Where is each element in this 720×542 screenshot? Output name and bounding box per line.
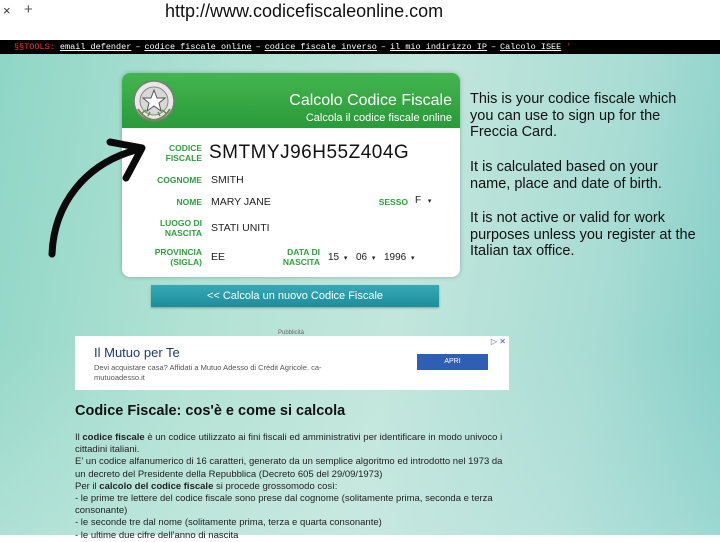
tools-link-email-defender[interactable]: email defender bbox=[60, 42, 131, 52]
ad-open-button[interactable]: APRI bbox=[417, 354, 488, 370]
codice-fiscale-card: Calcolo Codice Fiscale Calcola il codice… bbox=[122, 73, 460, 277]
luogo-value[interactable]: STATI UNITI bbox=[211, 222, 270, 234]
article-body: Il codice fiscale è un codice utilizzato… bbox=[75, 432, 515, 542]
ad-text: Devi acquistare casa? Affidati a Mutuo A… bbox=[94, 363, 322, 382]
chevron-down-icon: ▾ bbox=[371, 255, 376, 262]
tools-bar: §§TOOLS: email defender – codice fiscale o… bbox=[0, 40, 720, 54]
ad-title[interactable]: Il Mutuo per Te bbox=[94, 345, 180, 360]
list-item: - le ultime due cifre dell'anno di nasci… bbox=[75, 529, 239, 541]
card-subtitle: Calcola il codice fiscale online bbox=[305, 112, 452, 124]
tools-link-codice-fiscale-online[interactable]: codice fiscale online bbox=[144, 42, 251, 52]
tools-brand: §§TOOLS: bbox=[14, 42, 55, 52]
tools-link-indirizzo-ip[interactable]: il mio indirizzo IP bbox=[390, 42, 487, 52]
card-header: Calcolo Codice Fiscale Calcola il codice… bbox=[122, 73, 460, 128]
article-paragraph: E' un codice alfanumerico di 16 caratter… bbox=[75, 456, 503, 480]
article-title: Codice Fiscale: cos'è e come si calcola bbox=[75, 403, 346, 419]
data-nascita-label: DATA DI NASCITA bbox=[282, 247, 320, 267]
ad-banner[interactable]: Il Mutuo per Te Devi acquistare casa? Af… bbox=[75, 336, 509, 390]
article-paragraph: Per il calcolo del codice fiscale si pro… bbox=[75, 480, 338, 492]
provincia-value[interactable]: EE bbox=[211, 251, 225, 263]
month-select[interactable]: 06 ▾ bbox=[356, 252, 375, 263]
calcola-nuovo-button[interactable]: << Calcola un nuovo Codice Fiscale bbox=[151, 285, 439, 307]
chevron-down-icon: ▾ bbox=[343, 255, 348, 262]
list-item: - le prime tre lettere del codice fiscal… bbox=[75, 493, 493, 517]
cognome-value[interactable]: SMITH bbox=[211, 174, 244, 186]
sesso-select[interactable]: F ▾ bbox=[415, 195, 431, 206]
tools-link-codice-fiscale-inverso[interactable]: codice fiscale inverso bbox=[265, 42, 377, 52]
card-title: Calcolo Codice Fiscale bbox=[289, 92, 452, 109]
browser-tab-bar: × + http://www.codicefiscaleonline.com bbox=[0, 0, 720, 24]
page-content: Calcolo Codice Fiscale Calcola il codice… bbox=[0, 54, 720, 541]
article-paragraph: Il codice fiscale è un codice utilizzato… bbox=[75, 432, 503, 456]
ad-choices-icon[interactable]: ▷ ✕ bbox=[491, 337, 506, 346]
new-tab-icon[interactable]: + bbox=[24, 1, 33, 18]
day-select[interactable]: 15 ▾ bbox=[328, 252, 347, 263]
caption-paragraph-1: This is your codice fiscale which you ca… bbox=[470, 91, 677, 140]
chevron-down-icon: ▾ bbox=[427, 198, 432, 205]
caption-paragraph-2: It is calculated based on your name, pla… bbox=[470, 159, 662, 192]
url-text[interactable]: http://www.codicefiscaleonline.com bbox=[165, 1, 443, 22]
year-select[interactable]: 1996 ▾ bbox=[384, 252, 415, 263]
caption-paragraph-3: It is not active or valid for work purpo… bbox=[470, 210, 696, 259]
tools-link-calcolo-isee[interactable]: Calcolo ISEE bbox=[500, 42, 561, 52]
close-tab-icon[interactable]: × bbox=[3, 3, 11, 18]
italian-emblem-icon bbox=[133, 80, 175, 122]
sesso-label: SESSO bbox=[378, 197, 408, 207]
annotation-arrow-icon bbox=[48, 138, 146, 258]
nome-value[interactable]: MARY JANE bbox=[211, 196, 271, 208]
chevron-down-icon: ▾ bbox=[411, 255, 415, 262]
codice-fiscale-value: SMTMYJ96H55Z404G bbox=[209, 142, 410, 163]
list-item: - le seconde tre dal nome (solitamente p… bbox=[75, 517, 382, 529]
